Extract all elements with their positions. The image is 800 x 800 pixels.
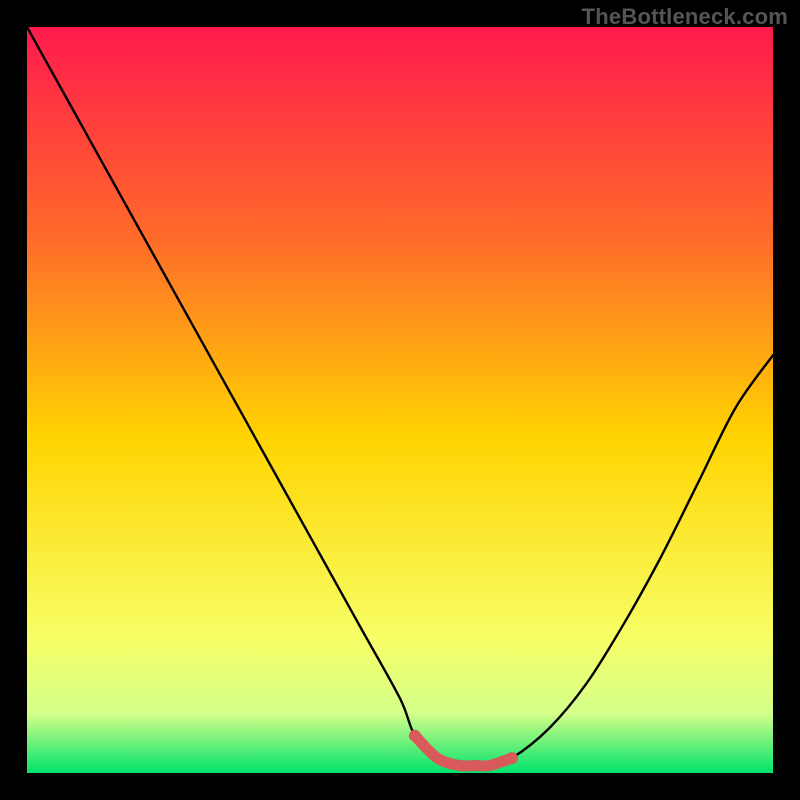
chart-frame: TheBottleneck.com — [0, 0, 800, 800]
accent-endpoint-left — [409, 730, 421, 742]
bottleneck-chart — [27, 27, 773, 773]
accent-endpoint-right — [506, 752, 518, 764]
gradient-background — [27, 27, 773, 773]
plot-area — [27, 27, 773, 773]
